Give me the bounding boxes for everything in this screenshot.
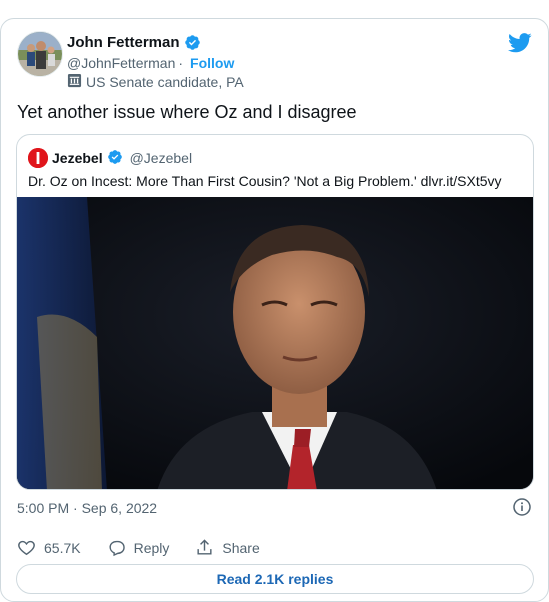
share-label: Share <box>222 539 260 556</box>
author-handle[interactable]: @JohnFetterman <box>67 55 175 71</box>
follow-button[interactable]: Follow <box>190 55 234 71</box>
author-name[interactable]: John Fetterman <box>67 34 180 51</box>
verified-badge-icon <box>107 149 123 168</box>
jezebel-logo-icon <box>28 148 48 168</box>
quoted-tweet-text: Dr. Oz on Incest: More Than First Cousin… <box>28 173 502 189</box>
read-replies-button[interactable]: Read 2.1K replies <box>16 564 534 594</box>
tweet-actions: 65.7K Reply Share <box>17 538 286 557</box>
quoted-tweet-image[interactable] <box>17 197 533 489</box>
government-label-icon <box>67 73 82 91</box>
quoted-author-handle: @Jezebel <box>129 150 193 166</box>
heart-icon <box>18 540 35 556</box>
reply-label: Reply <box>133 539 170 556</box>
tweet-card: John Fetterman @JohnFetterman · Follow U… <box>0 18 549 602</box>
quoted-tweet[interactable]: Jezebel @Jezebel Dr. Oz on Incest: More … <box>16 134 534 490</box>
author-block: John Fetterman @JohnFetterman · Follow U… <box>67 32 244 91</box>
separator-dot: · <box>178 55 184 71</box>
avatar[interactable] <box>17 31 63 77</box>
like-button[interactable]: 65.7K <box>17 538 81 557</box>
verified-badge-icon <box>184 34 201 51</box>
tweet-timestamp[interactable]: 5:00 PM · Sep 6, 2022 <box>17 500 157 516</box>
tweet-text: Yet another issue where Oz and I disagre… <box>17 102 357 122</box>
account-label: US Senate candidate, PA <box>86 74 244 90</box>
reply-icon <box>109 540 125 557</box>
twitter-bird-icon[interactable] <box>508 33 532 53</box>
share-icon <box>197 539 212 555</box>
reply-button[interactable]: Reply <box>107 538 170 557</box>
share-button[interactable]: Share <box>195 538 260 557</box>
info-icon[interactable] <box>513 498 531 516</box>
quoted-author-name: Jezebel <box>52 150 103 166</box>
like-count: 65.7K <box>44 539 81 556</box>
